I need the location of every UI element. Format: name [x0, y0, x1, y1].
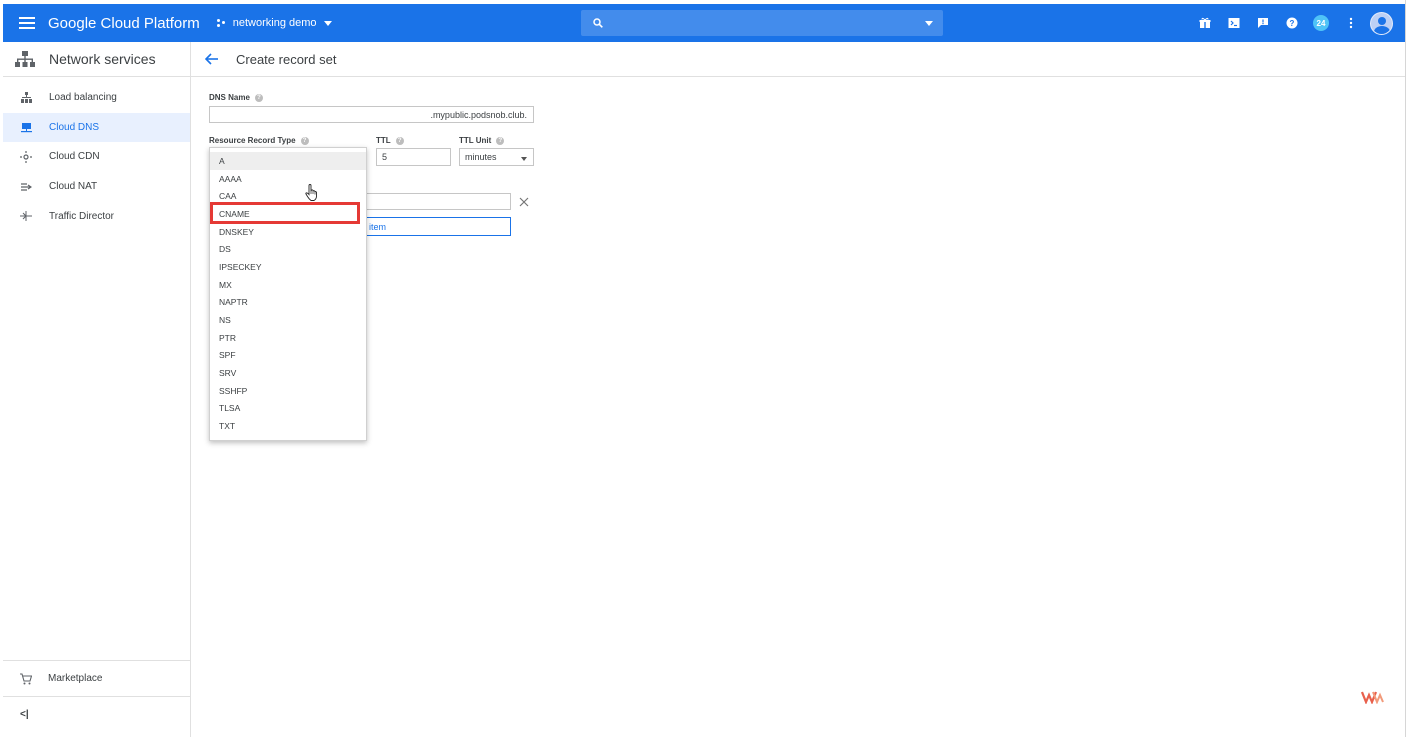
help-icon[interactable]: ?: [496, 136, 505, 145]
notification-count-badge[interactable]: 24: [1313, 15, 1329, 31]
menu-item-ipseckey[interactable]: IPSECKEY: [210, 258, 366, 276]
ttl-label-text: TTL: [376, 136, 391, 145]
record-type-label: Resource Record Type ?: [209, 136, 309, 145]
page-title: Create record set: [236, 51, 337, 67]
cloud-nat-icon: [20, 181, 32, 193]
app-title[interactable]: Google Cloud Platform: [48, 15, 200, 32]
sidebar-item-load-balancing[interactable]: Load balancing: [3, 83, 190, 113]
ttl-value: 5: [382, 152, 388, 162]
menu-item-sshfp[interactable]: SSHFP: [210, 382, 366, 400]
traffic-director-icon: [20, 210, 32, 222]
menu-item-ns[interactable]: NS: [210, 311, 366, 329]
svg-text:?: ?: [1290, 19, 1295, 28]
menu-item-dnskey[interactable]: DNSKEY: [210, 223, 366, 241]
sidebar-item-traffic-director[interactable]: Traffic Director: [3, 201, 190, 231]
help-icon[interactable]: ?: [254, 93, 263, 102]
menu-item-naptr[interactable]: NAPTR: [210, 294, 366, 312]
cloud-dns-icon: [20, 121, 32, 133]
close-icon[interactable]: [519, 197, 529, 207]
ttl-unit-label-text: TTL Unit: [459, 136, 492, 145]
menu-item-txt[interactable]: TXT: [210, 417, 366, 435]
search-bar[interactable]: [581, 10, 943, 36]
dns-name-label: DNS Name ?: [209, 93, 263, 102]
project-selector[interactable]: networking demo: [216, 17, 332, 29]
menu-item-caa[interactable]: CAA: [210, 187, 366, 205]
help-icon[interactable]: ?: [300, 136, 309, 145]
back-arrow-icon[interactable]: [205, 53, 219, 65]
collapse-sidebar-button[interactable]: <|: [3, 696, 191, 732]
menu-item-ptr[interactable]: PTR: [210, 329, 366, 347]
menu-item-tlsa[interactable]: TLSA: [210, 400, 366, 418]
record-type-label-text: Resource Record Type: [209, 136, 296, 145]
sidebar-item-label: Cloud DNS: [49, 121, 100, 133]
ttl-label: TTL ?: [376, 136, 404, 145]
dns-name-label-text: DNS Name: [209, 93, 250, 102]
menu-item-ds[interactable]: DS: [210, 240, 366, 258]
add-item-label: item: [369, 221, 387, 232]
cloud-shell-icon[interactable]: [1227, 16, 1241, 30]
search-dropdown-icon[interactable]: [925, 21, 933, 26]
hand-cursor-icon: [305, 184, 317, 201]
sidebar-item-label: Cloud NAT: [49, 181, 98, 193]
sidebar: Network services Load balancing Cloud DN…: [3, 42, 191, 737]
sidebar-title: Network services: [49, 51, 156, 67]
menu-item-mx[interactable]: MX: [210, 276, 366, 294]
menu-item-aaaa[interactable]: AAAA: [210, 170, 366, 188]
cloud-cdn-icon: [20, 150, 32, 163]
help-icon[interactable]: ?: [395, 136, 404, 145]
record-data-field[interactable]: [360, 193, 511, 210]
dns-name-suffix: .mypublic.podsnob.club.: [430, 109, 527, 120]
menu-item-a[interactable]: A: [210, 152, 366, 170]
sidebar-item-label: Load balancing: [49, 92, 117, 104]
watermark-logo: [1361, 691, 1384, 704]
account-avatar[interactable]: [1370, 11, 1393, 35]
ttl-unit-value: minutes: [465, 152, 497, 162]
screen: Google Cloud Platform networking demo ? …: [0, 0, 1413, 737]
chevron-down-icon: [323, 20, 332, 26]
chevron-down-icon: [521, 157, 527, 161]
marketplace-label: Marketplace: [48, 673, 103, 684]
sidebar-item-marketplace[interactable]: Marketplace: [3, 660, 191, 696]
collapse-icon: <|: [20, 709, 29, 720]
ttl-field[interactable]: 5: [376, 148, 451, 166]
sidebar-item-cloud-nat[interactable]: Cloud NAT: [3, 172, 190, 202]
project-name: networking demo: [232, 17, 317, 29]
cart-icon: [20, 672, 32, 685]
more-vert-icon[interactable]: [1344, 16, 1358, 30]
network-services-icon: [15, 51, 35, 67]
record-type-dropdown: A AAAA CAA CNAME DNSKEY DS IPSECKEY MX NAPTR NS PT…: [209, 147, 367, 441]
sidebar-item-cloud-dns[interactable]: Cloud DNS: [3, 112, 190, 143]
top-app-bar: Google Cloud Platform networking demo ? …: [3, 4, 1405, 42]
page-header: Create record set: [191, 42, 1405, 77]
help-icon[interactable]: ?: [1285, 16, 1299, 30]
ttl-unit-label: TTL Unit ?: [459, 136, 505, 145]
search-icon: [593, 18, 603, 28]
project-icon: [216, 18, 227, 28]
dns-name-field[interactable]: .mypublic.podsnob.club.: [209, 106, 534, 123]
sidebar-item-label: Cloud CDN: [49, 151, 100, 163]
hamburger-menu-icon[interactable]: [19, 17, 35, 29]
menu-item-cname[interactable]: CNAME: [210, 205, 366, 223]
add-item-button[interactable]: item: [360, 217, 511, 236]
header-actions: ? 24: [1183, 4, 1393, 42]
gift-icon[interactable]: [1198, 16, 1212, 30]
notifications-alert-icon[interactable]: [1256, 16, 1270, 30]
ttl-unit-select[interactable]: minutes: [459, 148, 534, 166]
sidebar-item-cloud-cdn[interactable]: Cloud CDN: [3, 142, 190, 172]
sidebar-header: Network services: [3, 42, 190, 77]
load-balancing-icon: [20, 92, 32, 104]
menu-item-spf[interactable]: SPF: [210, 347, 366, 365]
sidebar-item-label: Traffic Director: [49, 210, 115, 222]
window-right-edge: [1405, 0, 1413, 737]
menu-item-srv[interactable]: SRV: [210, 364, 366, 382]
